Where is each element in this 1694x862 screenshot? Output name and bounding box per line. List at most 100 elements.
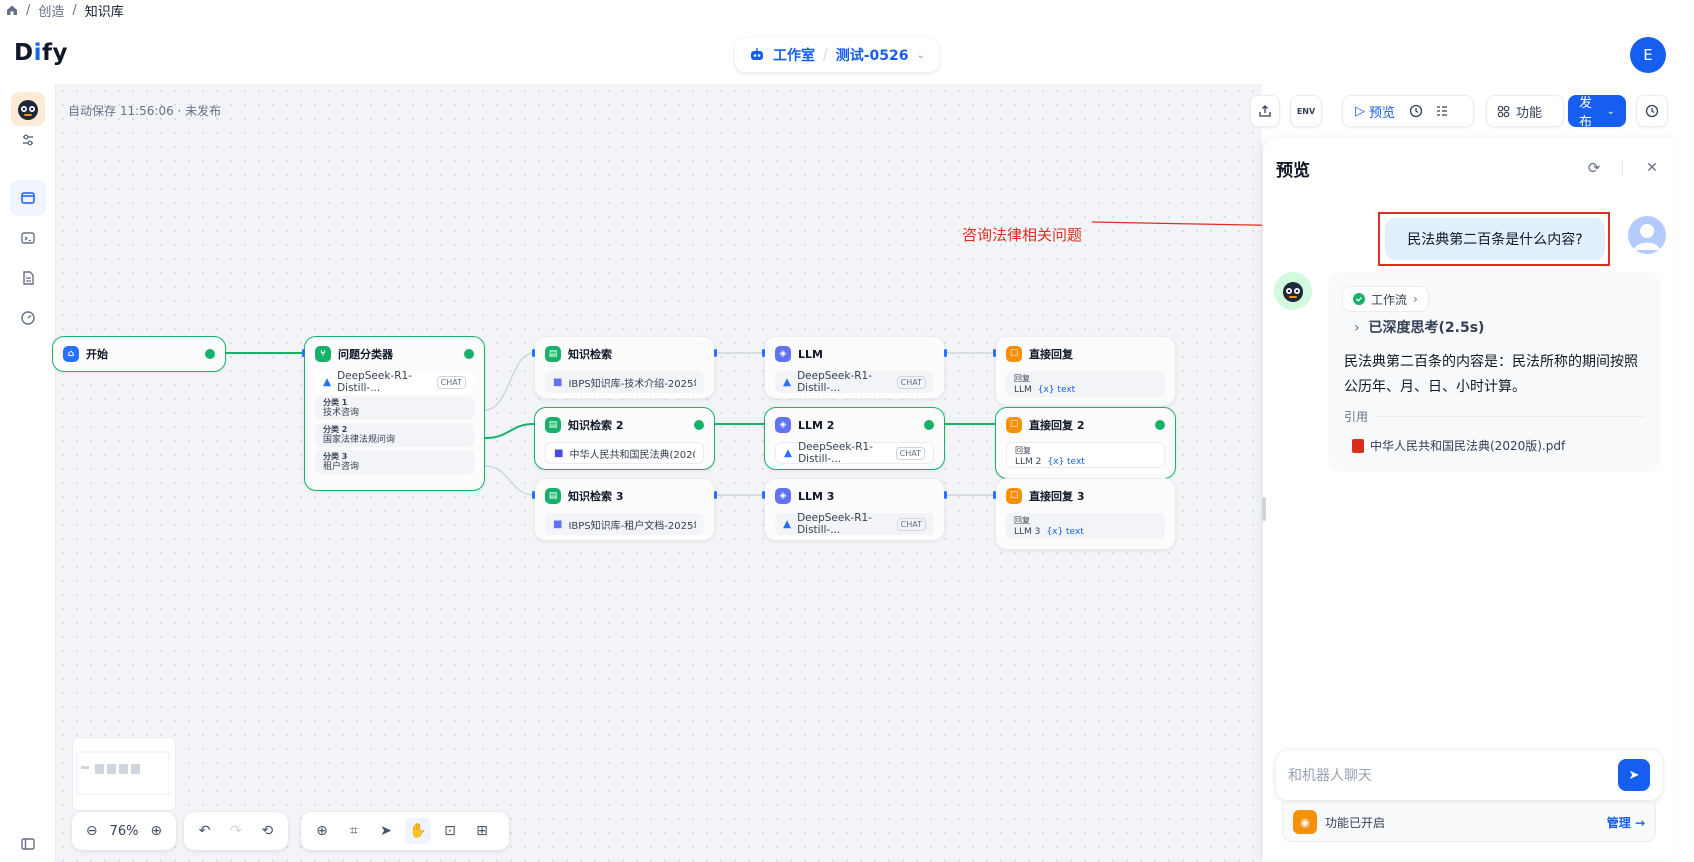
add-node-icon[interactable]: ⊕ xyxy=(309,818,335,844)
publish-button[interactable]: 发布 ⌄ xyxy=(1568,95,1626,130)
thinking-label: 已深度思考(2.5s) xyxy=(1368,320,1485,336)
answer-label: 回复 xyxy=(1014,516,1030,525)
hand-icon[interactable]: ✋ xyxy=(405,818,431,844)
class-item: 分类 1 技术咨询 xyxy=(315,396,474,420)
folder-icon: ■ xyxy=(553,518,563,530)
env-label: ENV xyxy=(1296,106,1316,116)
app-icon[interactable] xyxy=(11,92,45,126)
sidebar-item-orchestrate[interactable] xyxy=(10,180,46,216)
sidebar-item-api[interactable] xyxy=(10,220,46,256)
node-title: LLM xyxy=(798,347,823,361)
class-item: 分类 2 国家法律法规问询 xyxy=(315,423,474,447)
llm-icon: ◈ xyxy=(775,346,791,362)
preview-button[interactable]: ▷ 预览 xyxy=(1349,102,1401,121)
model-mode-badge: CHAT xyxy=(436,375,466,389)
node-knowledge-retrieval-2[interactable]: ▤ 知识检索 2 ■ 中华人民共和国民法典(2020版) xyxy=(534,407,715,470)
features-button[interactable]: 功能 xyxy=(1486,95,1564,127)
settings-sliders-icon[interactable] xyxy=(10,122,46,158)
node-question-classifier[interactable]: ⑂ 问题分类器 ▲ DeepSeek-R1-Distill-... CHAT 分… xyxy=(304,336,485,491)
model-mode-badge: CHAT xyxy=(896,517,926,531)
model-icon: ▲ xyxy=(783,518,792,530)
export-image-icon[interactable]: ⊡ xyxy=(437,818,463,844)
node-llm-1[interactable]: ◈ LLM ▲ DeepSeek-R1-Distill-... CHAT xyxy=(764,336,945,399)
checklist-icon[interactable] xyxy=(1431,104,1453,118)
sidebar-collapse-icon[interactable] xyxy=(10,826,46,862)
citation-file[interactable]: 中华人民共和国民法典(2020版).pdf xyxy=(1352,437,1565,454)
user-avatar[interactable]: E xyxy=(1630,37,1666,73)
sidebar-item-monitor[interactable] xyxy=(10,300,46,336)
features-icon: ◉ xyxy=(1293,810,1317,834)
node-knowledge-retrieval-3[interactable]: ▤ 知识检索 3 ■ IBPS知识库-租户文档-2025年3... xyxy=(534,478,715,541)
check-icon xyxy=(924,420,934,430)
minimap[interactable] xyxy=(72,737,176,811)
app-logo[interactable]: Dify xyxy=(14,40,68,66)
add-note-icon[interactable]: ⌗ xyxy=(341,818,367,844)
history-icon[interactable]: ⟲ xyxy=(255,818,280,844)
chat-input[interactable]: 和机器人聊天 ➤ xyxy=(1276,750,1662,800)
variable-type: {x} text xyxy=(1046,527,1084,537)
version-history-button[interactable] xyxy=(1636,95,1668,127)
panel-resize-handle[interactable] xyxy=(1262,497,1266,521)
node-llm-3[interactable]: ◈ LLM 3 ▲ DeepSeek-R1-Distill-... CHAT xyxy=(764,478,945,541)
run-history-icon[interactable] xyxy=(1405,104,1427,118)
model-mode-badge: CHAT xyxy=(895,446,925,460)
chevron-right-icon: › xyxy=(1354,320,1369,336)
node-handle[interactable] xyxy=(762,491,765,499)
node-knowledge-retrieval-1[interactable]: ▤ 知识检索 ■ IBPS知识库-技术介绍-2025年3... xyxy=(534,336,715,399)
home-icon: ⌂ xyxy=(63,345,79,362)
node-handle[interactable] xyxy=(944,491,947,499)
breadcrumb-item-create[interactable]: 创造 xyxy=(38,1,64,20)
play-icon: ▷ xyxy=(1355,103,1365,119)
node-handle[interactable] xyxy=(302,349,305,357)
pointer-icon[interactable]: ➤ xyxy=(373,818,399,844)
node-handle[interactable] xyxy=(762,349,765,357)
robot-icon xyxy=(749,47,765,63)
home-icon[interactable] xyxy=(6,4,18,16)
book-icon: ▤ xyxy=(545,346,561,362)
env-button[interactable]: ENV xyxy=(1290,95,1322,127)
sidebar-item-logs[interactable] xyxy=(10,260,46,296)
llm-icon: ◈ xyxy=(775,417,791,433)
node-answer-2[interactable]: ☐ 直接回复 2 回复 LLM 2 {x} text xyxy=(995,407,1176,479)
thinking-toggle[interactable]: › 已深度思考(2.5s) xyxy=(1354,317,1484,337)
zoom-out-icon[interactable]: ⊖ xyxy=(80,818,104,844)
node-title: 开始 xyxy=(86,347,108,361)
zoom-level[interactable]: 76% xyxy=(110,824,139,839)
minimap-view xyxy=(76,751,170,795)
redo-icon[interactable]: ↷ xyxy=(223,818,248,844)
preview-label: 预览 xyxy=(1369,105,1396,121)
node-handle[interactable] xyxy=(714,349,717,357)
node-answer-1[interactable]: ☐ 直接回复 回复 LLM {x} text xyxy=(995,336,1176,406)
organize-icon[interactable]: ⊞ xyxy=(469,818,495,844)
node-handle[interactable] xyxy=(714,491,717,499)
app-name[interactable]: 测试-0526 xyxy=(836,45,909,65)
send-icon[interactable]: ➤ xyxy=(1618,759,1650,791)
workflow-status-badge[interactable]: 工作流 › xyxy=(1342,286,1429,312)
node-handle[interactable] xyxy=(993,349,996,357)
node-start[interactable]: ⌂ 开始 xyxy=(52,336,226,372)
node-handle[interactable] xyxy=(944,349,947,357)
node-handle[interactable] xyxy=(993,491,996,499)
model-name: DeepSeek-R1-Distill-... xyxy=(337,370,412,394)
highlight-box xyxy=(1378,212,1610,266)
studio-label[interactable]: 工作室 xyxy=(773,45,815,65)
breadcrumb-item-knowledge[interactable]: 知识库 xyxy=(85,1,124,20)
refresh-icon[interactable]: ⟳ xyxy=(1584,158,1604,178)
zoom-in-icon[interactable]: ⊕ xyxy=(144,818,168,844)
citation-divider xyxy=(1376,416,1644,417)
node-handle[interactable] xyxy=(532,349,535,357)
chat-input-placeholder: 和机器人聊天 xyxy=(1288,768,1372,784)
breadcrumb: / 创造 / 知识库 xyxy=(0,0,124,20)
app-title-switcher[interactable]: 工作室 / 测试-0526 ⌄ xyxy=(735,38,939,72)
node-title: 问题分类器 xyxy=(338,348,393,361)
node-handle[interactable] xyxy=(532,491,535,499)
reply-icon: ☐ xyxy=(1006,488,1022,504)
citation-filename: 中华人民共和国民法典(2020版).pdf xyxy=(1370,439,1566,453)
node-llm-2[interactable]: ◈ LLM 2 ▲ DeepSeek-R1-Distill-... CHAT xyxy=(764,407,945,470)
import-button[interactable] xyxy=(1250,95,1280,127)
manage-features-link[interactable]: 管理 → xyxy=(1607,814,1645,831)
node-answer-3[interactable]: ☐ 直接回复 3 回复 LLM 3 {x} text xyxy=(995,478,1176,550)
history-icon xyxy=(1645,104,1659,118)
close-icon[interactable]: ✕ xyxy=(1642,158,1662,178)
undo-icon[interactable]: ↶ xyxy=(192,818,217,844)
